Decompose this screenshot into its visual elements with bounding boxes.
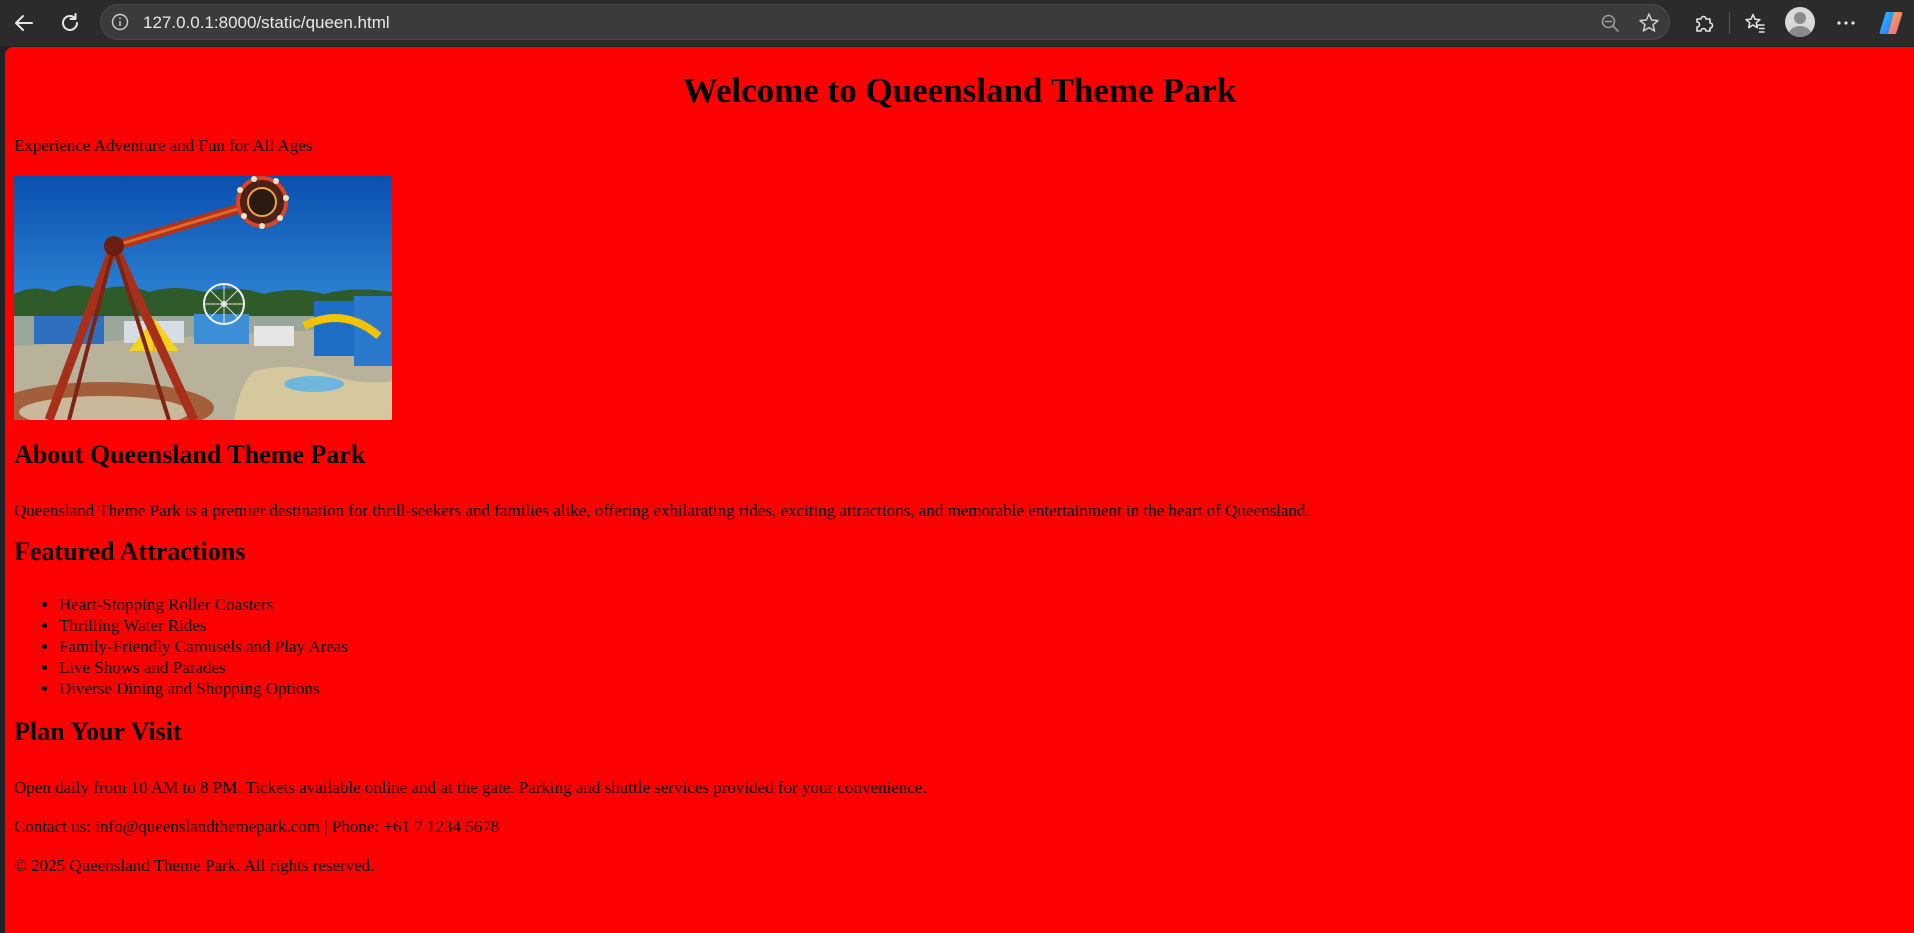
url-text[interactable]: 127.0.0.1:8000/static/queen.html bbox=[143, 13, 390, 33]
visit-heading: Plan Your Visit bbox=[14, 717, 182, 746]
page-viewport: Welcome to Queensland Theme Park Experie… bbox=[5, 47, 1914, 933]
attractions-list: Heart-Stopping Roller Coasters Thrilling… bbox=[14, 594, 348, 699]
extensions-button[interactable] bbox=[1688, 7, 1720, 39]
site-info-icon[interactable] bbox=[111, 13, 129, 31]
back-button[interactable] bbox=[8, 7, 40, 39]
about-heading: About Queensland Theme Park bbox=[14, 440, 366, 469]
address-bar[interactable]: 127.0.0.1:8000/static/queen.html bbox=[100, 4, 1670, 40]
copyright-text: © 2025 Queensland Theme Park. All rights… bbox=[14, 856, 375, 875]
visit-text: Open daily from 10 AM to 8 PM. Tickets a… bbox=[14, 778, 927, 797]
hero-image bbox=[14, 176, 392, 420]
contact-info: Contact us: info@queenslandthemepark.com… bbox=[14, 817, 500, 836]
list-item: Family-Friendly Carousels and Play Areas bbox=[59, 636, 348, 657]
puzzle-icon bbox=[1696, 15, 1714, 32]
avatar-head-shape bbox=[1794, 12, 1806, 24]
favorites-list-icon bbox=[1745, 13, 1765, 33]
zoom-out-icon[interactable] bbox=[1599, 12, 1621, 34]
toolbar-divider bbox=[1729, 12, 1730, 34]
list-item: Live Shows and Parades bbox=[59, 657, 348, 678]
attractions-heading: Featured Attractions bbox=[14, 537, 246, 566]
page-title: Welcome to Queensland Theme Park bbox=[682, 71, 1237, 110]
avatar-body-shape bbox=[1789, 26, 1811, 37]
favorite-star-icon[interactable] bbox=[1637, 11, 1661, 35]
list-item: Heart-Stopping Roller Coasters bbox=[59, 594, 348, 615]
list-item: Diverse Dining and Shopping Options bbox=[59, 678, 348, 699]
reload-icon bbox=[62, 13, 78, 31]
tagline: Experience Adventure and Fun for All Age… bbox=[14, 136, 313, 155]
browser-toolbar: 127.0.0.1:8000/static/queen.html bbox=[0, 0, 1914, 46]
reload-button[interactable] bbox=[54, 7, 86, 39]
about-text: Queensland Theme Park is a premier desti… bbox=[14, 501, 1310, 520]
profile-avatar[interactable] bbox=[1785, 7, 1815, 37]
copilot-icon[interactable] bbox=[1877, 9, 1905, 37]
more-dots-icon bbox=[1837, 21, 1855, 25]
list-item: Thrilling Water Rides bbox=[59, 615, 348, 636]
theme-park-photo bbox=[14, 176, 392, 420]
more-menu-button[interactable] bbox=[1830, 7, 1862, 39]
favorites-button[interactable] bbox=[1739, 7, 1771, 39]
back-arrow-icon bbox=[15, 15, 33, 31]
